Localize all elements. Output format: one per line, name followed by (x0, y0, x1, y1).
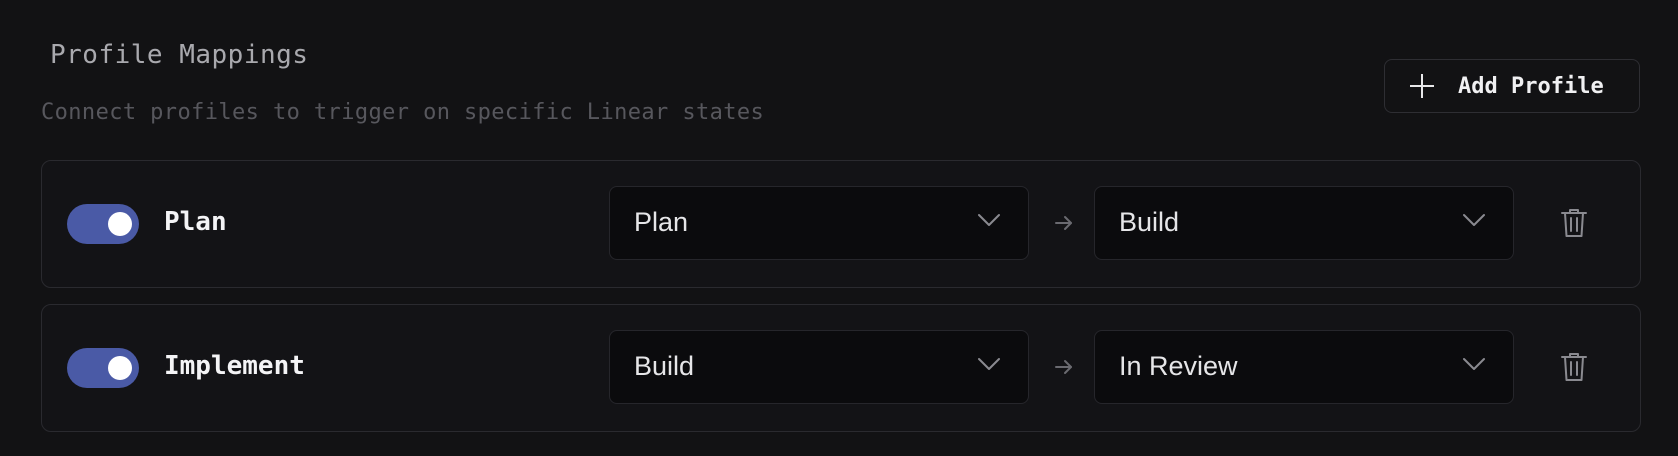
arrow-right-icon (1055, 360, 1072, 374)
trash-icon[interactable] (1560, 351, 1588, 383)
plus-icon (1410, 74, 1434, 98)
toggle-knob (108, 212, 132, 236)
arrow-right-icon (1055, 216, 1072, 230)
profile-enabled-toggle[interactable] (67, 348, 139, 388)
add-profile-label: Add Profile (1458, 73, 1604, 99)
add-profile-button[interactable]: Add Profile (1384, 59, 1640, 113)
from-state-value: Build (634, 351, 695, 381)
to-state-select[interactable]: In Review (1094, 330, 1514, 404)
section-subtitle: Connect profiles to trigger on specific … (41, 100, 765, 125)
trash-icon[interactable] (1560, 207, 1588, 239)
to-state-select[interactable]: Build (1094, 186, 1514, 260)
toggle-knob (108, 356, 132, 380)
mapping-row: Implement Build In Review (41, 304, 1641, 432)
profile-name: Plan (164, 207, 227, 237)
chevron-down-icon (978, 214, 1000, 226)
from-state-select[interactable]: Build (609, 330, 1029, 404)
profile-enabled-toggle[interactable] (67, 204, 139, 244)
section-title: Profile Mappings (50, 40, 309, 70)
chevron-down-icon (978, 358, 1000, 370)
to-state-value: Build (1119, 207, 1180, 237)
from-state-select[interactable]: Plan (609, 186, 1029, 260)
chevron-down-icon (1463, 214, 1485, 226)
mapping-row: Plan Plan Build (41, 160, 1641, 288)
profile-name: Implement (164, 351, 305, 381)
from-state-value: Plan (634, 207, 689, 237)
chevron-down-icon (1463, 358, 1485, 370)
to-state-value: In Review (1119, 351, 1238, 381)
